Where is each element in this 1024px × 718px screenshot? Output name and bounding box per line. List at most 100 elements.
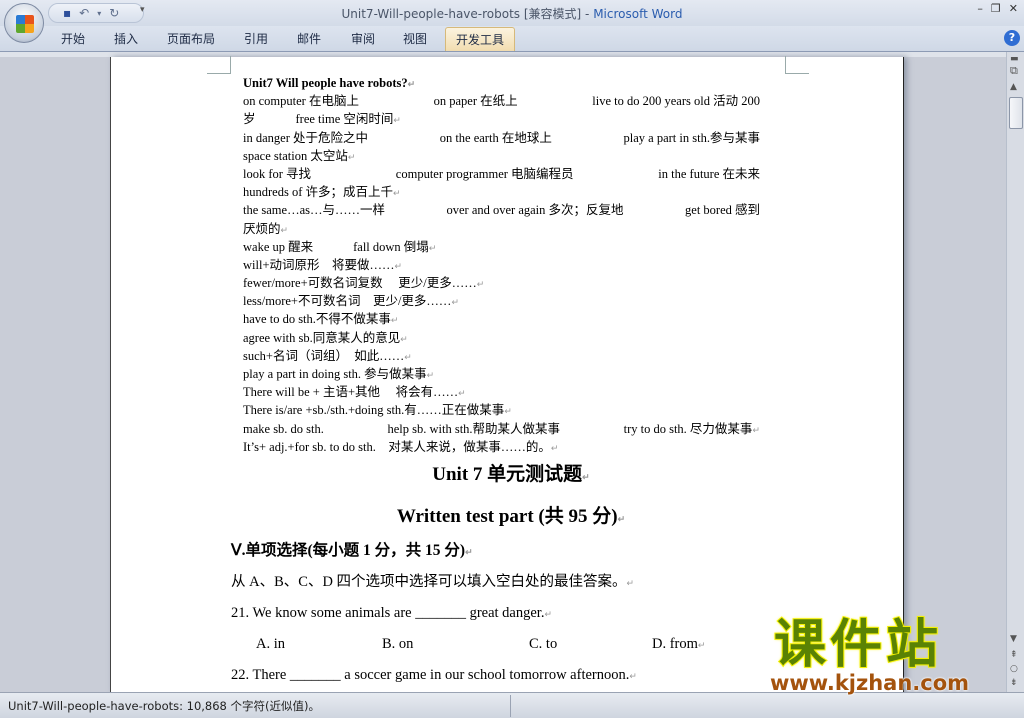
phrase: computer programmer 电脑编程员 <box>395 166 574 181</box>
phrase: help sb. with sth.帮助某人做某事 <box>387 421 561 436</box>
option-c: C. to <box>529 636 558 652</box>
tab-page-layout[interactable]: 页面布局 <box>167 30 215 47</box>
text-line: There is/are +sb./sth.+doing sth.有……正在做某… <box>243 401 760 419</box>
phrase: fall down 倒塌 <box>353 238 436 256</box>
word-count-status[interactable]: Unit7-Will-people-have-robots: 10,868 个字… <box>8 698 320 714</box>
ribbon-tabs: 开始 插入 页面布局 引用 邮件 审阅 视图 开发工具 ? <box>0 26 1024 52</box>
phrase: in the future 在未来 <box>658 166 760 181</box>
instruction: 从 A、B、C、D 四个选项中选择可以填入空白处的最佳答案。 <box>231 569 791 600</box>
test-subtitle: Written test part (共 95 分) <box>231 502 791 538</box>
close-button[interactable]: ✕ <box>1009 2 1018 15</box>
document-page[interactable]: Unit7 Will people have robots?on compute… <box>110 56 904 693</box>
phrase: There will be + 主语+其他 将会有…… <box>243 383 466 401</box>
phrase: over and over again 多次；反复地 <box>446 203 624 218</box>
phrase: wake up 醒来 <box>243 239 314 254</box>
phrase: 厌烦的 <box>243 220 288 238</box>
text-line: play a part in doing sth. 参与做某事 <box>243 365 760 383</box>
phrase: There is/are +sb./sth.+doing sth.有……正在做某… <box>243 401 512 419</box>
question-21-options: A. in B. on C. to D. from <box>231 631 791 662</box>
previous-page-icon[interactable]: ⇞ <box>1010 650 1018 660</box>
text-line: less/more+不可数名词 更少/更多…… <box>243 292 760 310</box>
text-line: look for 寻找 computer programmer 电脑编程员 in t… <box>243 165 760 183</box>
test-title: Unit 7 单元测试题 <box>231 460 791 502</box>
phrase: on paper 在纸上 <box>433 94 518 109</box>
phrase: the same…as…与……一样 <box>243 203 385 218</box>
title-separator: - <box>581 7 594 21</box>
tab-mailings[interactable]: 邮件 <box>297 30 321 47</box>
phrase: live to do 200 years old 活动 200 <box>592 94 760 109</box>
window-title: Unit7-Will-people-have-robots [兼容模式] - M… <box>0 5 1024 22</box>
phrase: make sb. do sth. <box>243 421 324 436</box>
tab-references[interactable]: 引用 <box>244 30 268 47</box>
phrase: in danger 处于危险之中 <box>243 130 368 145</box>
office-button[interactable] <box>4 3 44 43</box>
ruler-toggle-icon[interactable]: ▬ <box>1010 54 1019 64</box>
tab-home[interactable]: 开始 <box>61 30 85 47</box>
phrase: on computer 在电脑上 <box>243 94 359 109</box>
scroll-up-arrow-icon[interactable]: ▲ <box>1010 82 1017 92</box>
phrase: less/more+不可数名词 更少/更多…… <box>243 292 459 310</box>
text-line: Unit7 Will people have robots? <box>243 74 760 92</box>
phrase: play a part in doing sth. 参与做某事 <box>243 365 434 383</box>
tab-developer[interactable]: 开发工具 <box>445 27 516 51</box>
text-line: fewer/more+可数名词复数 更少/更多…… <box>243 274 760 292</box>
text-line: in danger 处于危险之中 on the earth 在地球上 play a … <box>243 129 760 147</box>
question-21: 21. We know some animals are _______ gre… <box>231 600 791 631</box>
text-line: 厌烦的 <box>243 220 760 238</box>
margin-corner <box>785 56 809 74</box>
scroll-down-arrow-icon[interactable]: ▼ <box>1010 634 1017 644</box>
kjzhan-watermark-logo: 课件站 www.kjzhan.com <box>770 615 1006 694</box>
scrollbar-thumb[interactable] <box>1009 97 1023 129</box>
margin-corner <box>207 56 231 74</box>
restore-button[interactable]: ❐ <box>991 2 1001 15</box>
document-title: Unit7-Will-people-have-robots [兼容模式] <box>341 7 582 21</box>
phrase: such+名词（词组） 如此…… <box>243 347 412 365</box>
status-bar: Unit7-Will-people-have-robots: 10,868 个字… <box>0 692 1024 718</box>
phrase: It’s+ adj.+for sb. to do sth. 对某人来说，做某事…… <box>243 438 558 456</box>
phrase: on the earth 在地球上 <box>439 130 552 145</box>
tab-review[interactable]: 审阅 <box>351 30 375 47</box>
watermark-url: www.kjzhan.com <box>770 671 970 695</box>
vocabulary-list: Unit7 Will people have robots?on compute… <box>243 74 760 456</box>
text-line: make sb. do sth. help sb. with sth.帮助某人做某… <box>243 420 760 438</box>
text-line: on computer 在电脑上 on paper 在纸上 live to do 2… <box>243 92 760 110</box>
text-line: such+名词（词组） 如此…… <box>243 347 760 365</box>
phrase: get bored 感到 <box>685 203 760 218</box>
help-icon[interactable]: ? <box>1004 30 1020 46</box>
next-page-icon[interactable]: ⇟ <box>1010 678 1018 688</box>
phrase: look for 寻找 <box>243 166 312 181</box>
select-browse-object-icon[interactable]: ○ <box>1010 664 1018 674</box>
minimize-button[interactable]: – <box>977 2 983 15</box>
phrase: free time 空闲时间 <box>296 110 401 128</box>
test-section: Unit 7 单元测试题 Written test part (共 95 分) … <box>231 460 791 693</box>
text-line: have to do sth.不得不做某事 <box>243 310 760 328</box>
question-22: 22. There _______ a soccer game in our s… <box>231 662 791 693</box>
office-logo-icon <box>16 15 34 33</box>
phrase: fewer/more+可数名词复数 更少/更多…… <box>243 274 484 292</box>
text-line: space station 太空站 <box>243 147 760 165</box>
watermark-chinese-text: 课件站 <box>773 615 943 675</box>
text-line: It’s+ adj.+for sb. to do sth. 对某人来说，做某事…… <box>243 438 760 456</box>
text-line: 岁 free time 空闲时间 <box>243 110 760 128</box>
vertical-scrollbar[interactable]: ▬ ⧉ ▲ ▼ ⇞ ○ ⇟ <box>1006 52 1024 692</box>
app-name: Microsoft Word <box>593 7 683 21</box>
phrase: will+动词原形 将要做…… <box>243 256 402 274</box>
phrase: play a part in sth.参与某事 <box>623 130 760 145</box>
section-heading: Ⅴ.单项选择(每小题 1 分，共 15 分) <box>231 538 791 569</box>
tab-view[interactable]: 视图 <box>403 30 427 47</box>
option-d: D. from <box>652 631 705 662</box>
text-line: agree with sb.同意某人的意见 <box>243 329 760 347</box>
phrase: try to do sth. 尽力做某事 <box>624 420 760 438</box>
option-b: B. on <box>382 636 414 652</box>
phrase: hundreds of 许多；成百上千 <box>243 183 401 201</box>
tab-insert[interactable]: 插入 <box>114 30 138 47</box>
text-line: the same…as…与……一样 over and over again 多次；… <box>243 201 760 219</box>
text-line: will+动词原形 将要做…… <box>243 256 760 274</box>
phrase: 岁 <box>243 112 256 127</box>
view-ruler-icon[interactable]: ⧉ <box>1010 64 1018 78</box>
window-controls: – ❐ ✕ <box>977 2 1018 15</box>
option-a: A. in <box>256 636 285 652</box>
title-bar: ▪ ↶ ▾ ↻ ▾ Unit7-Will-people-have-robots … <box>0 0 1024 43</box>
text-line: There will be + 主语+其他 将会有…… <box>243 383 760 401</box>
status-divider <box>510 695 511 717</box>
